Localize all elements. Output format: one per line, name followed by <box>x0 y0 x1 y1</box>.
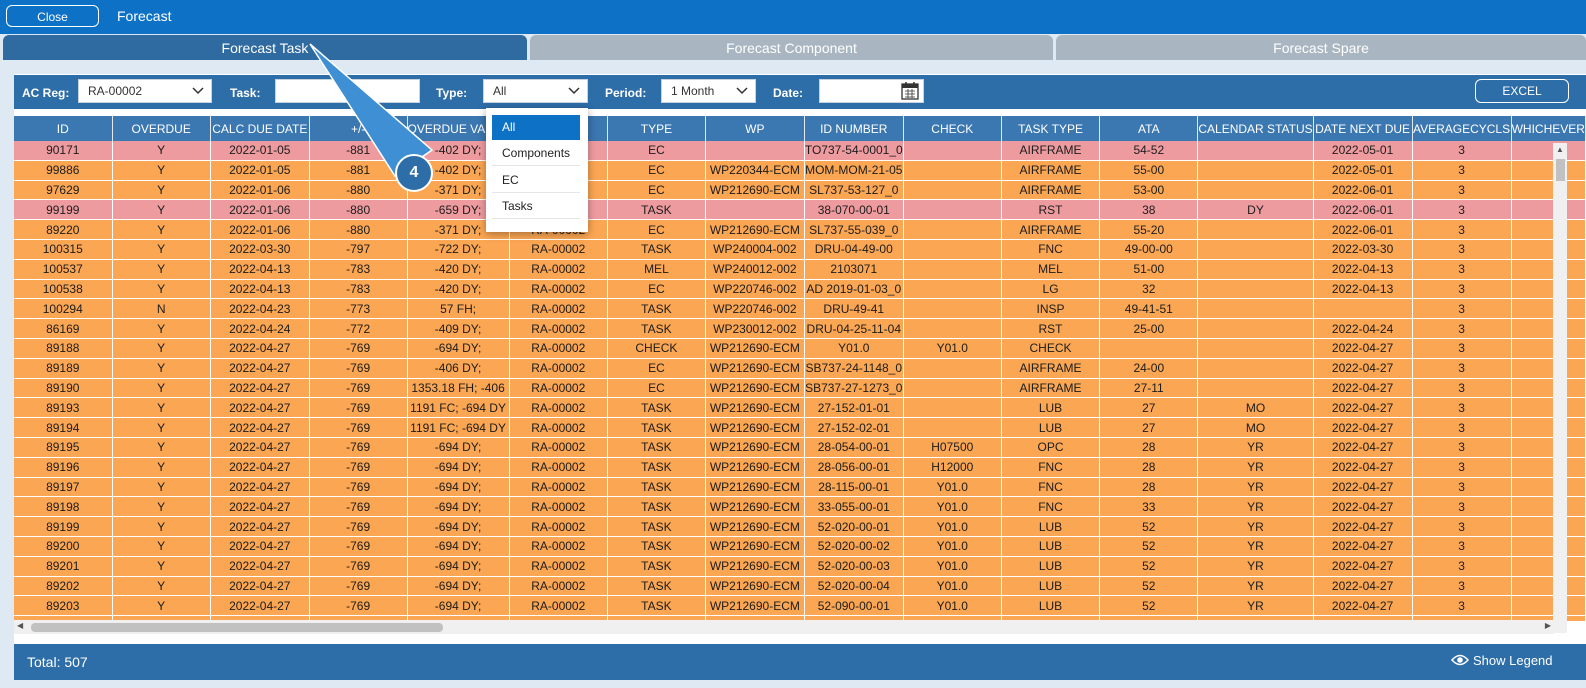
callout-arrow <box>309 43 434 178</box>
step-number-badge: 4 <box>395 154 433 192</box>
